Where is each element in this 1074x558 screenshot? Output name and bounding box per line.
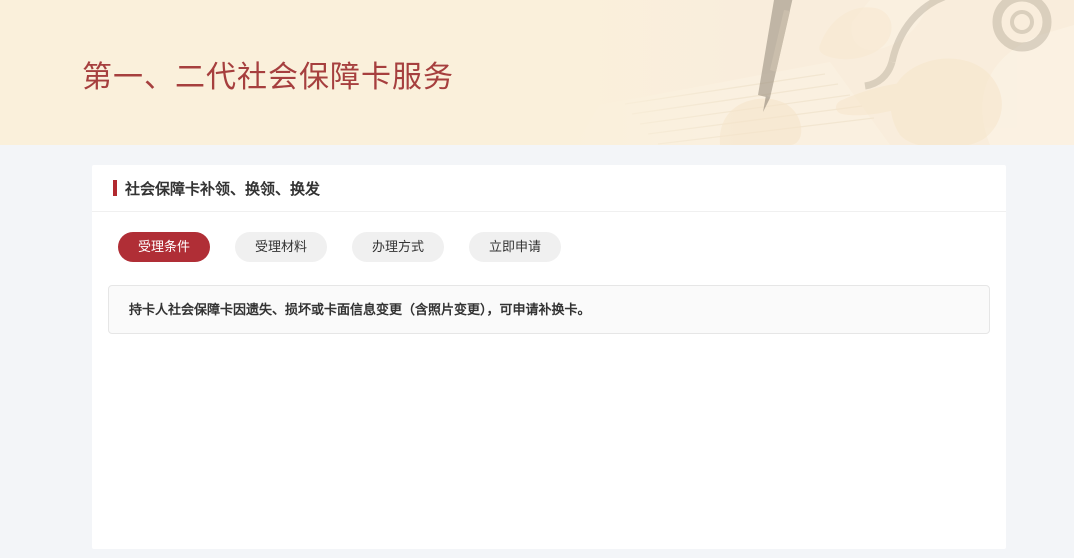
page-banner: 第一、二代社会保障卡服务 <box>0 0 1074 145</box>
section-title: 社会保障卡补领、换领、换发 <box>125 178 320 199</box>
tab-processing-method[interactable]: 办理方式 <box>352 232 444 262</box>
tab-required-materials[interactable]: 受理材料 <box>235 232 327 262</box>
service-card: 社会保障卡补领、换领、换发 受理条件 受理材料 办理方式 立即申请 持卡人社会保… <box>92 165 1006 549</box>
content-panel: 持卡人社会保障卡因遗失、损坏或卡面信息变更（含照片变更），可申请补换卡。 <box>108 285 990 334</box>
red-accent-bar-icon <box>113 180 117 196</box>
page-title: 第一、二代社会保障卡服务 <box>82 52 454 96</box>
tab-apply-now[interactable]: 立即申请 <box>469 232 561 262</box>
condition-text: 持卡人社会保障卡因遗失、损坏或卡面信息变更（含照片变更），可申请补换卡。 <box>129 302 591 317</box>
tab-acceptance-conditions[interactable]: 受理条件 <box>118 232 210 262</box>
medical-photo-decoration <box>570 0 1074 145</box>
tab-bar: 受理条件 受理材料 办理方式 立即申请 <box>92 212 1006 262</box>
section-header: 社会保障卡补领、换领、换发 <box>92 165 1006 212</box>
